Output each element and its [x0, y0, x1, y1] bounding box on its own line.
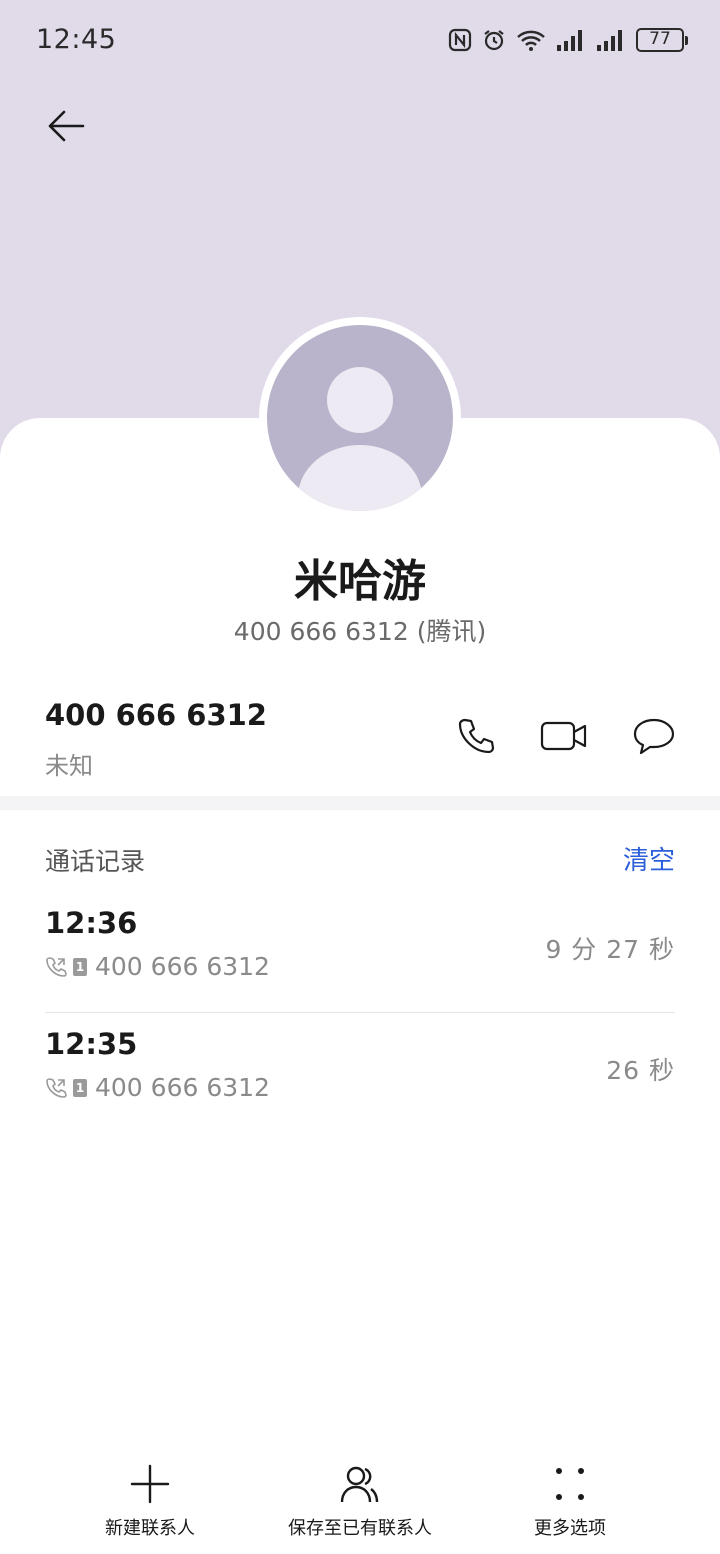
avatar[interactable] [267, 325, 453, 511]
call-meta: 1 400 666 6312 [45, 952, 270, 981]
message-button[interactable] [630, 712, 678, 760]
save-to-existing-contact-button[interactable]: 保存至已有联系人 [280, 1462, 440, 1540]
bottom-action-bar: 新建联系人 保存至已有联系人 更多选项 [0, 1462, 720, 1554]
video-call-icon [540, 721, 587, 751]
call-duration: 9 分 27 秒 [545, 935, 675, 964]
back-button[interactable] [40, 100, 92, 152]
call-number: 400 666 6312 [95, 1073, 270, 1102]
signal-icon [596, 28, 626, 52]
number-row[interactable]: 400 666 6312 未知 [0, 690, 720, 790]
more-options-label: 更多选项 [534, 1518, 606, 1539]
outgoing-call-icon [46, 1077, 67, 1098]
call-number: 400 666 6312 [95, 952, 270, 981]
wifi-icon [516, 28, 546, 52]
call-time: 12:35 [45, 1027, 138, 1061]
section-divider [0, 796, 720, 810]
clear-call-log-button[interactable]: 清空 [623, 840, 675, 877]
contact-name: 米哈游 [294, 556, 426, 607]
sim-badge: 1 [73, 957, 87, 976]
call-time: 12:36 [45, 906, 138, 940]
more-options-button[interactable]: 更多选项 [520, 1462, 620, 1540]
call-log-title: 通话记录 [45, 847, 146, 876]
call-log-item[interactable]: 12:35 1 400 666 6312 26 秒 [45, 1012, 675, 1132]
video-call-button[interactable] [540, 712, 588, 760]
phone-icon [458, 718, 495, 754]
signal-icon [556, 28, 586, 52]
save-to-existing-contact-label: 保存至已有联系人 [288, 1518, 432, 1539]
new-contact-label: 新建联系人 [105, 1518, 195, 1539]
new-contact-button[interactable]: 新建联系人 [100, 1462, 200, 1540]
message-icon [633, 718, 675, 755]
alarm-icon [482, 28, 506, 52]
status-icons: 77 [448, 28, 688, 52]
more-dots-icon [556, 1468, 584, 1500]
status-time: 12:45 [36, 24, 117, 55]
status-bar: 12:45 77 [0, 0, 720, 84]
battery-icon: 77 [636, 28, 688, 52]
nfc-icon [448, 28, 472, 52]
plus-icon [130, 1464, 170, 1504]
phone-number: 400 666 6312 [45, 698, 267, 732]
outgoing-call-icon [46, 956, 67, 977]
phone-number-type: 未知 [45, 752, 93, 780]
call-log-list: 12:36 1 400 666 6312 9 分 27 秒 12:35 1 40… [45, 892, 675, 1132]
contact-subtitle: 400 666 6312 (腾讯) [233, 617, 487, 646]
call-duration: 26 秒 [606, 1056, 675, 1085]
contacts-icon [340, 1466, 379, 1503]
sim-badge: 1 [73, 1078, 87, 1097]
call-meta: 1 400 666 6312 [45, 1073, 270, 1102]
back-arrow-icon [48, 110, 85, 142]
call-button[interactable] [452, 712, 500, 760]
call-log-item[interactable]: 12:36 1 400 666 6312 9 分 27 秒 [45, 892, 675, 1012]
default-avatar-icon [298, 367, 422, 511]
